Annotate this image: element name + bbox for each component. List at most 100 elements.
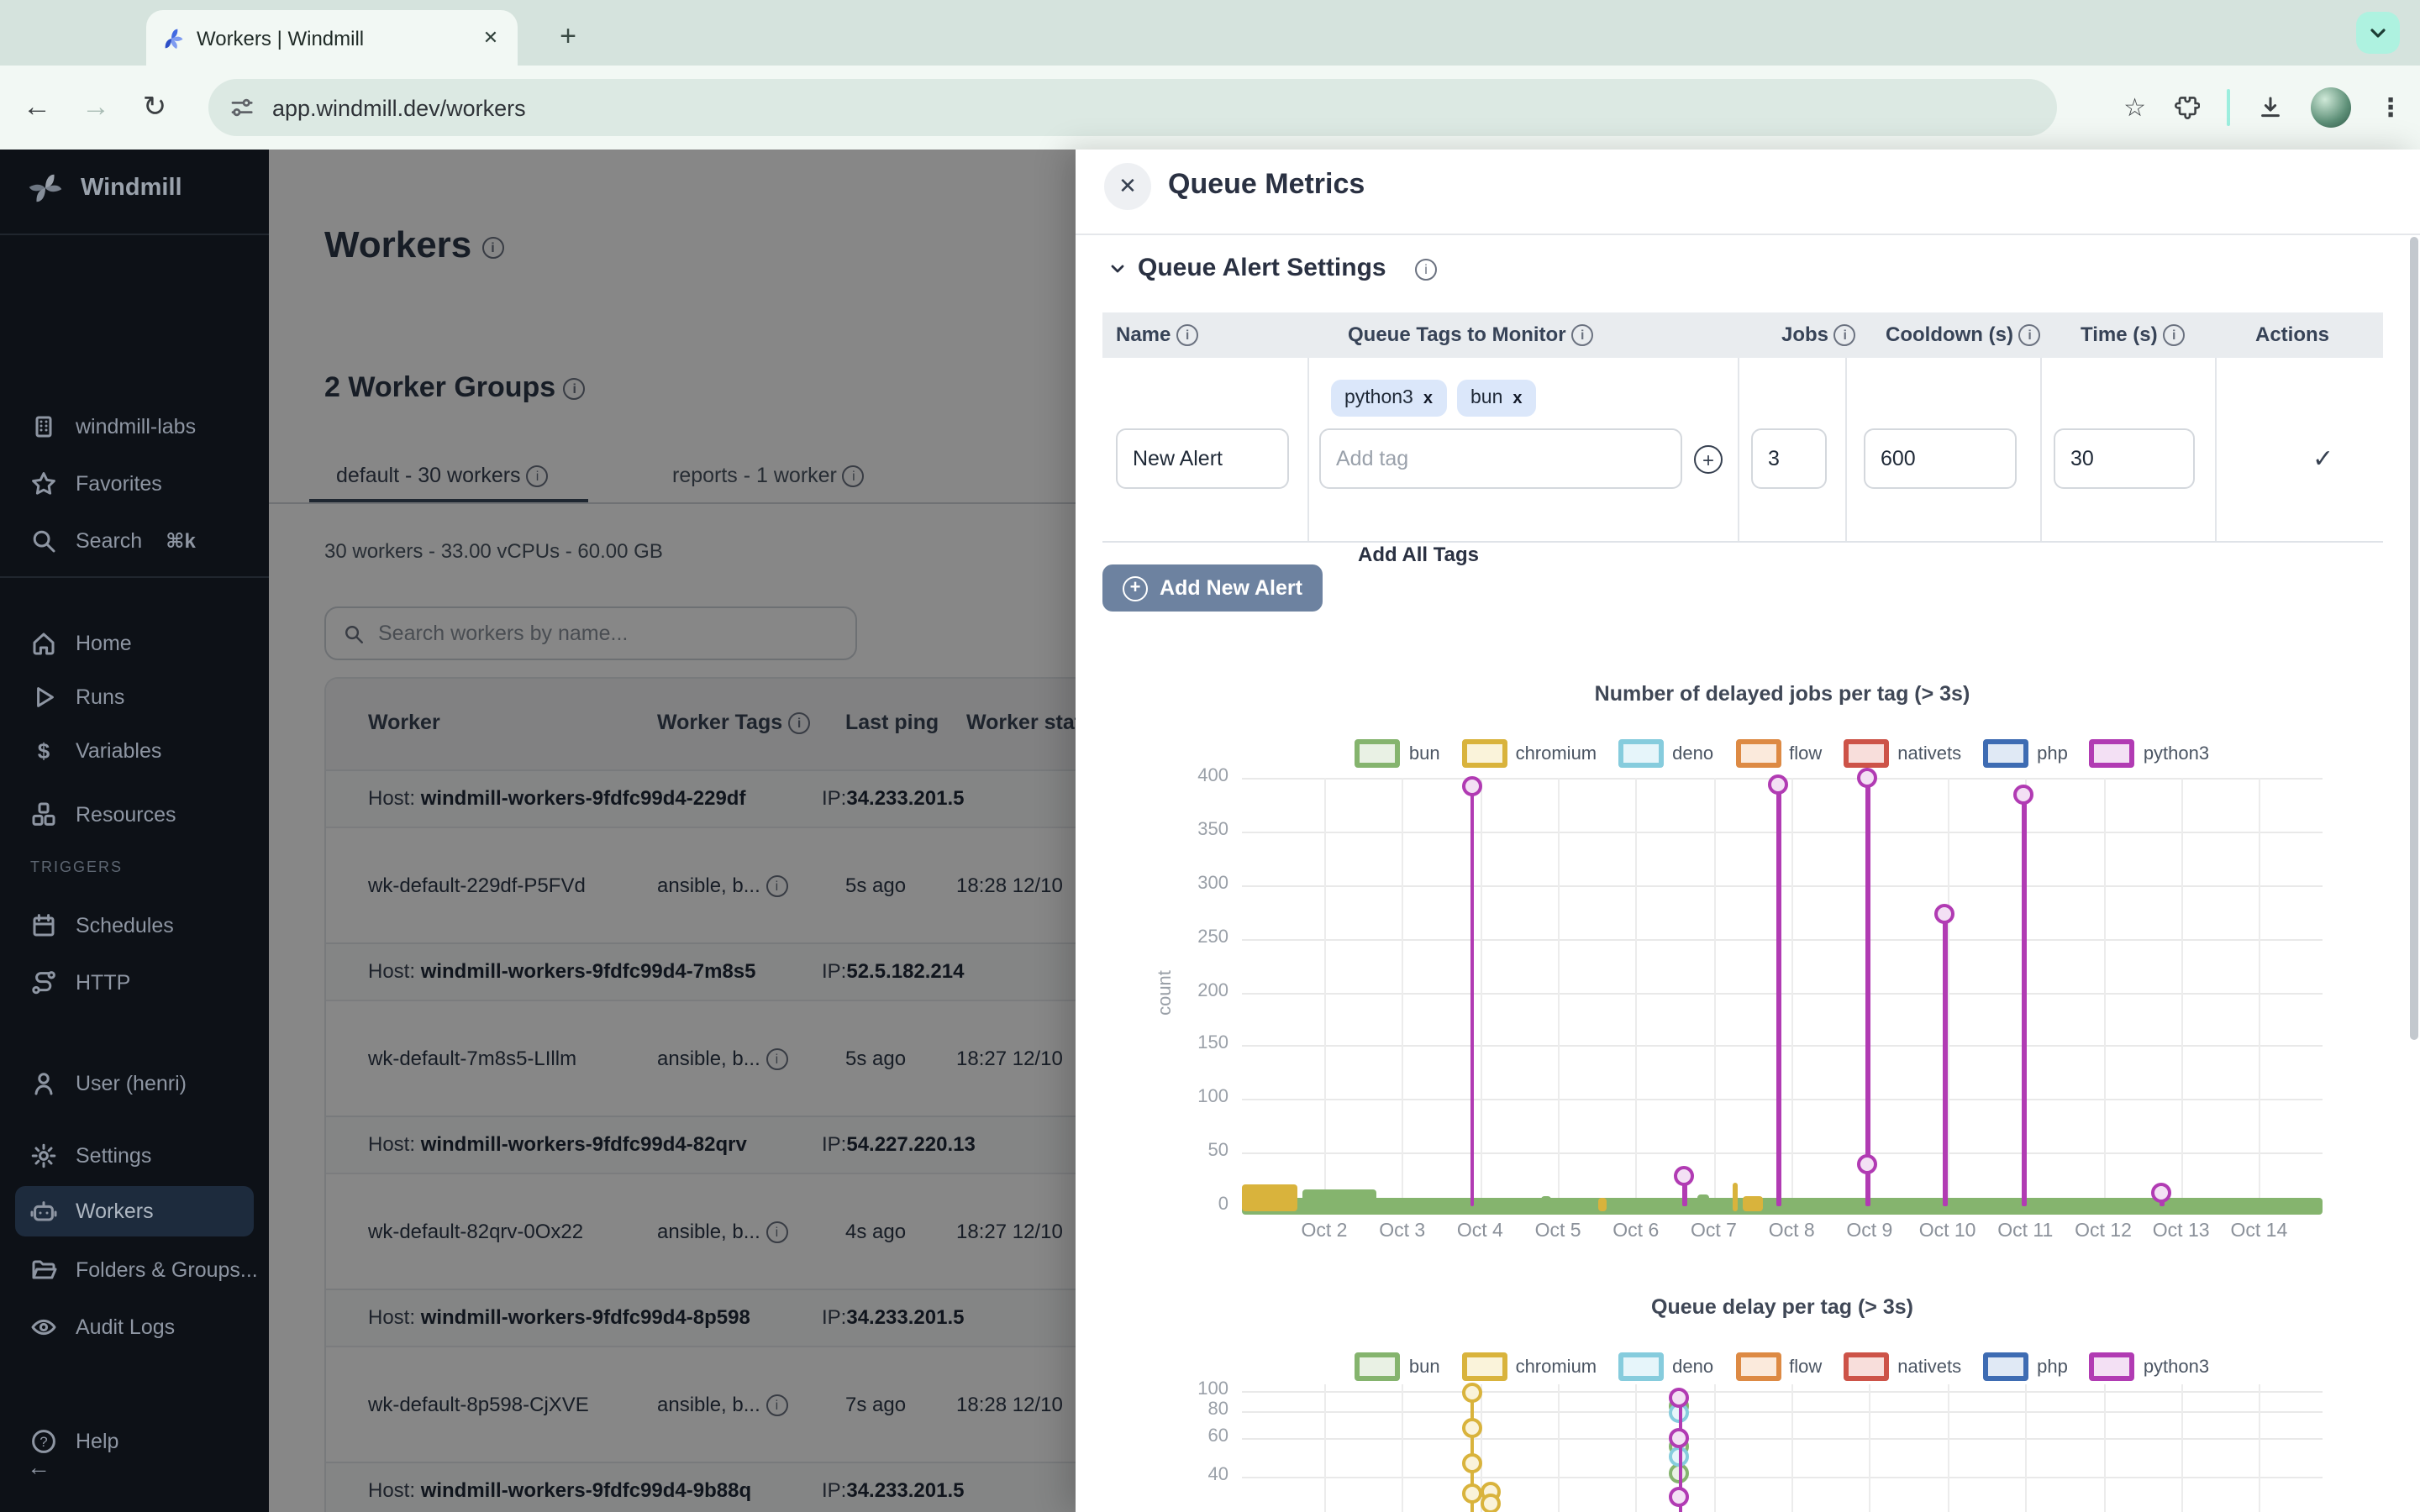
sidebar-item-label: Runs bbox=[76, 685, 124, 709]
add-tag-button[interactable]: + bbox=[1694, 445, 1723, 474]
spike-line-python3 bbox=[1470, 791, 1475, 1206]
sidebar-item-label: Settings bbox=[76, 1144, 151, 1168]
x-tick-label: Oct 2 bbox=[1302, 1221, 1348, 1242]
info-icon[interactable]: i bbox=[1834, 325, 1856, 347]
y-tick-label: 60 bbox=[1168, 1427, 1228, 1447]
sidebar-item-windmill-labs[interactable]: windmill-labs bbox=[15, 402, 254, 452]
gridline bbox=[1558, 1384, 1560, 1512]
sidebar-item-label: windmill-labs bbox=[76, 415, 196, 438]
legend-label: deno bbox=[1672, 1357, 1713, 1377]
chart-title: Queue delay per tag (> 3s) bbox=[1242, 1295, 2323, 1319]
gridline bbox=[2103, 778, 2105, 1206]
x-tick-label: Oct 7 bbox=[1691, 1221, 1737, 1242]
workspace-logo[interactable]: Windmill bbox=[0, 150, 269, 227]
gridline bbox=[1636, 1384, 1638, 1512]
remove-tag-icon[interactable]: x bbox=[1423, 389, 1433, 407]
data-point-marker bbox=[1934, 904, 1954, 924]
gridline bbox=[1242, 1046, 2323, 1047]
chart-plot: 050100150200250300350400Oct 2Oct 3Oct 4O… bbox=[1242, 778, 2323, 1206]
sidebar-item-audit-logs[interactable]: Audit Logs bbox=[15, 1302, 254, 1352]
remove-tag-icon[interactable]: x bbox=[1512, 389, 1522, 407]
browser-toolbar: ← → ↻ app.windmill.dev/workers ☆ ⋮ bbox=[0, 66, 2420, 150]
sidebar-item-runs[interactable]: Runs bbox=[15, 672, 254, 722]
drawer-header-divider bbox=[1076, 234, 2420, 235]
profile-avatar[interactable] bbox=[2311, 87, 2351, 128]
add-new-alert-button[interactable]: + Add New Alert bbox=[1102, 564, 1323, 612]
address-bar[interactable]: app.windmill.dev/workers bbox=[208, 79, 2057, 136]
tab-search-button[interactable] bbox=[2356, 12, 2400, 54]
time-input[interactable] bbox=[2054, 428, 2195, 489]
info-icon[interactable]: i bbox=[1415, 259, 1437, 281]
sidebar-divider bbox=[0, 576, 269, 578]
chart-title: Number of delayed jobs per tag (> 3s) bbox=[1242, 682, 2323, 706]
baseline-noise bbox=[1541, 1196, 1551, 1211]
info-icon[interactable]: i bbox=[1176, 325, 1198, 347]
browser-tab[interactable]: Workers | Windmill ✕ bbox=[146, 10, 518, 66]
reload-button[interactable]: ↻ bbox=[133, 91, 176, 124]
new-tab-button[interactable]: + bbox=[548, 17, 588, 57]
legend-swatch bbox=[1844, 739, 1889, 768]
add-all-tags-link[interactable]: Add All Tags bbox=[1358, 543, 1479, 566]
back-button[interactable]: ← bbox=[15, 91, 59, 124]
browser-menu-icon[interactable]: ⋮ bbox=[2378, 92, 2403, 123]
sidebar-item-search[interactable]: Search⌘k bbox=[15, 516, 254, 566]
sidebar-item-settings[interactable]: Settings bbox=[15, 1131, 254, 1181]
jobs-input[interactable] bbox=[1751, 428, 1827, 489]
gridline bbox=[1402, 778, 1404, 1206]
triggers-section-label: TRIGGERS bbox=[30, 858, 123, 875]
sidebar-item-user[interactable]: User (henri) bbox=[15, 1058, 254, 1109]
col-queue-tags: Queue Tags to Monitor i bbox=[1348, 323, 1593, 347]
sidebar-item-variables[interactable]: $Variables bbox=[15, 726, 254, 776]
data-point-marker bbox=[2013, 784, 2033, 804]
chart-plot: 100806040 bbox=[1242, 1384, 2323, 1512]
sidebar-item-workers[interactable]: Workers bbox=[15, 1186, 254, 1236]
sidebar-item-help[interactable]: ?Help bbox=[15, 1416, 254, 1467]
sidebar-item-http[interactable]: HTTP bbox=[15, 958, 254, 1008]
drawer-close-button[interactable]: ✕ bbox=[1104, 163, 1151, 210]
y-tick-label: 400 bbox=[1168, 766, 1228, 786]
gridline bbox=[1558, 778, 1560, 1206]
legend-swatch bbox=[1618, 739, 1664, 768]
site-settings-icon[interactable] bbox=[229, 94, 255, 121]
confirm-alert-icon[interactable]: ✓ bbox=[2312, 444, 2333, 474]
info-icon[interactable]: i bbox=[2163, 325, 2185, 347]
legend-label: nativets bbox=[1897, 1357, 1961, 1377]
play-icon bbox=[30, 684, 57, 711]
download-icon[interactable] bbox=[2257, 94, 2284, 121]
cooldown-input[interactable] bbox=[1864, 428, 2017, 489]
forward-button[interactable]: → bbox=[74, 91, 118, 124]
sidebar-item-folders-groups[interactable]: Folders & Groups... bbox=[15, 1245, 254, 1295]
legend-swatch bbox=[1618, 1352, 1664, 1381]
legend-item-php: php bbox=[1983, 1352, 2068, 1381]
legend-item-chromium: chromium bbox=[1462, 1352, 1597, 1381]
add-tag-input[interactable] bbox=[1319, 428, 1682, 489]
x-tick-label: Oct 8 bbox=[1769, 1221, 1815, 1242]
data-point-marker bbox=[1670, 1387, 1690, 1407]
sidebar-item-favorites[interactable]: Favorites bbox=[15, 459, 254, 509]
legend-label: deno bbox=[1672, 743, 1713, 764]
drawer-scrollbar[interactable] bbox=[2410, 237, 2418, 1040]
x-tick-label: Oct 6 bbox=[1612, 1221, 1659, 1242]
folder-icon bbox=[30, 1257, 57, 1284]
gridline bbox=[1324, 1384, 1326, 1512]
data-point-marker bbox=[1768, 774, 1788, 795]
alert-name-input[interactable] bbox=[1116, 428, 1289, 489]
y-tick-label: 100 bbox=[1168, 1088, 1228, 1108]
x-tick-label: Oct 11 bbox=[1997, 1221, 2053, 1242]
sidebar-item-label: Help bbox=[76, 1430, 118, 1453]
sidebar-item-home[interactable]: Home bbox=[15, 618, 254, 669]
tab-close-icon[interactable]: ✕ bbox=[477, 24, 504, 51]
info-icon[interactable]: i bbox=[2019, 325, 2041, 347]
data-point-marker bbox=[1857, 767, 1877, 787]
info-icon[interactable]: i bbox=[1571, 325, 1593, 347]
bookmark-star-icon[interactable]: ☆ bbox=[2123, 92, 2146, 123]
modal-dim-overlay[interactable] bbox=[269, 150, 1076, 1512]
baseline-noise bbox=[1242, 1184, 1297, 1211]
section-collapse-icon[interactable] bbox=[1109, 260, 1126, 277]
collapse-sidebar-icon[interactable]: ← bbox=[27, 1453, 50, 1480]
sidebar-item-resources[interactable]: Resources bbox=[15, 790, 254, 840]
sidebar-item-schedules[interactable]: Schedules bbox=[15, 900, 254, 951]
gridline bbox=[1791, 1384, 1793, 1512]
extensions-icon[interactable] bbox=[2173, 94, 2200, 121]
alert-settings-table: Name i Queue Tags to Monitor i Jobs i Co… bbox=[1102, 312, 2383, 543]
